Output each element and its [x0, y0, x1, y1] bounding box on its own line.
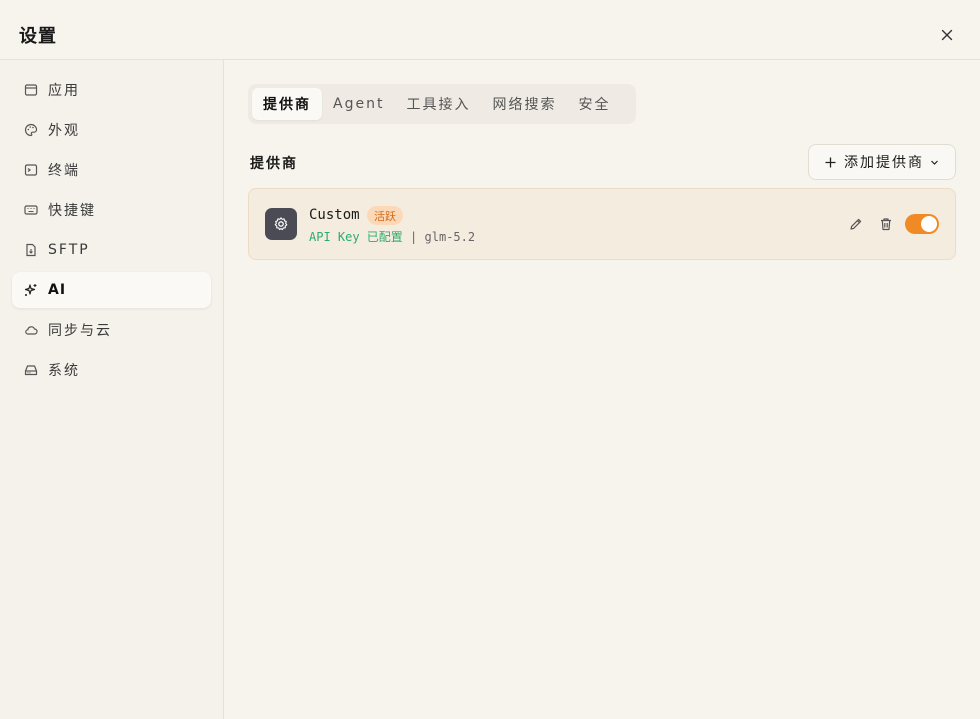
- close-icon: [941, 29, 953, 41]
- provider-card[interactable]: Custom 活跃 API Key 已配置 | glm-5.2: [248, 188, 956, 260]
- toggle-knob: [921, 216, 937, 232]
- api-key-status: API Key 已配置: [309, 230, 403, 244]
- sidebar-item-label: 终端: [48, 163, 80, 179]
- sidebar-item-ai[interactable]: AI: [12, 272, 211, 308]
- file-icon: [24, 243, 38, 257]
- keyboard-icon: [24, 203, 38, 217]
- tab-security[interactable]: 安全: [567, 88, 621, 120]
- provider-model: glm-5.2: [424, 230, 476, 244]
- settings-dialog: 设置 应用 外观 终端 快捷键 SFTP AI 同步与云 系统 提供商 Agen…: [0, 0, 980, 719]
- status-badge: 活跃: [367, 206, 403, 225]
- drive-icon: [24, 363, 38, 377]
- add-provider-button[interactable]: 添加提供商: [808, 144, 956, 180]
- sidebar-item-label: 外观: [48, 123, 80, 139]
- sidebar-item-label: 系统: [48, 363, 80, 379]
- sidebar-item-label: AI: [48, 282, 67, 298]
- provider-enable-toggle[interactable]: [905, 214, 939, 234]
- plus-icon: [825, 157, 836, 168]
- sidebar-item-shortcuts[interactable]: 快捷键: [12, 192, 211, 228]
- sidebar-item-label: 应用: [48, 83, 80, 99]
- chevron-down-icon: [930, 158, 939, 167]
- close-button[interactable]: [936, 24, 958, 46]
- pencil-icon: [850, 218, 862, 230]
- provider-name: Custom: [309, 207, 360, 223]
- settings-sidebar: 应用 外观 终端 快捷键 SFTP AI 同步与云 系统: [0, 60, 224, 719]
- status-separator: |: [410, 230, 418, 244]
- window-icon: [24, 83, 38, 97]
- sidebar-item-sync-cloud[interactable]: 同步与云: [12, 312, 211, 348]
- edit-button[interactable]: [847, 215, 865, 233]
- sidebar-item-appearance[interactable]: 外观: [12, 112, 211, 148]
- dialog-title: 设置: [19, 26, 57, 47]
- terminal-icon: [24, 163, 38, 177]
- delete-button[interactable]: [877, 215, 895, 233]
- sidebar-item-label: 同步与云: [48, 323, 112, 339]
- sidebar-item-sftp[interactable]: SFTP: [12, 232, 211, 268]
- ai-tab-bar: 提供商 Agent 工具接入 网络搜索 安全: [248, 84, 636, 124]
- sidebar-item-label: SFTP: [48, 242, 90, 258]
- sidebar-item-system[interactable]: 系统: [12, 352, 211, 388]
- palette-icon: [24, 123, 38, 137]
- sidebar-item-label: 快捷键: [48, 203, 96, 219]
- provider-status: API Key 已配置 | glm-5.2: [309, 228, 475, 245]
- trash-icon: [881, 218, 891, 231]
- sidebar-item-terminal[interactable]: 终端: [12, 152, 211, 188]
- settings-content: 提供商 Agent 工具接入 网络搜索 安全 提供商 添加提供商 Custom …: [224, 60, 980, 719]
- sidebar-item-app[interactable]: 应用: [12, 72, 211, 108]
- sparkles-icon: [24, 283, 38, 297]
- section-title: 提供商: [250, 156, 298, 172]
- tab-web-search[interactable]: 网络搜索: [481, 88, 567, 120]
- dialog-header: 设置: [0, 0, 980, 60]
- settings-gear-icon: [265, 208, 297, 240]
- tab-tools[interactable]: 工具接入: [395, 88, 481, 120]
- tab-agent[interactable]: Agent: [322, 88, 395, 120]
- add-provider-label: 添加提供商: [844, 155, 924, 171]
- tab-providers[interactable]: 提供商: [252, 88, 322, 120]
- cloud-icon: [24, 323, 38, 337]
